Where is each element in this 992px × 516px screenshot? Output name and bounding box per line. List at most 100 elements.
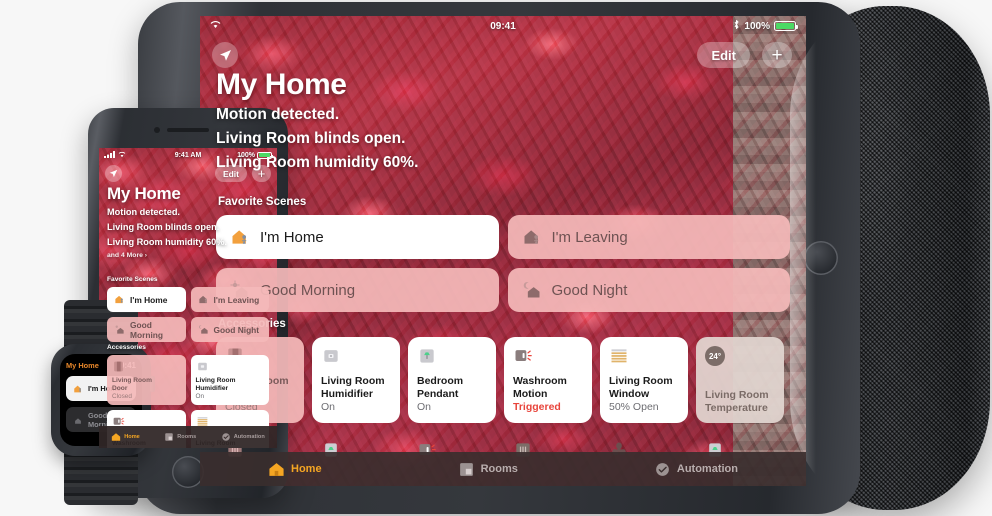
iphone-scenes-section: Favorite Scenes I'm Home I'm Leaving Goo… — [107, 276, 269, 342]
accessory-living-room-temperature[interactable]: 24° Living Room Temperature — [696, 337, 784, 423]
scene-im-leaving[interactable]: I'm Leaving — [507, 215, 790, 259]
scene-good-morning[interactable]: Good Morning — [107, 317, 186, 342]
scene-label: I'm Home — [130, 294, 168, 305]
scene-label: Good Morning — [260, 281, 356, 299]
accessory-value: Triggered — [513, 401, 561, 414]
accessory-living-room-window[interactable]: Living Room Window 50% Open — [600, 337, 688, 423]
accessory-value: 50% Open — [609, 401, 659, 414]
home-icon — [268, 461, 285, 478]
iphone-clock: 9:41 AM — [174, 151, 202, 159]
accessory-name: Washroom Motion — [513, 375, 567, 401]
iphone-screen: 9:41 AM 100% Edit + My Home Motion detec… — [99, 148, 277, 448]
page-title: My Home — [107, 184, 181, 203]
scene-label: Good Night — [551, 281, 628, 299]
accessory-name: Living Room Humidifier — [195, 376, 236, 392]
home-person-icon — [230, 227, 250, 247]
watch-title: My Home — [66, 361, 99, 370]
thermometer-icon: 24° — [705, 346, 725, 366]
tab-automation[interactable]: Automation — [654, 461, 738, 478]
tab-rooms[interactable]: Rooms — [458, 461, 518, 478]
accessory-name: Living Room Temperature — [705, 388, 769, 414]
scene-label: I'm Leaving — [213, 294, 260, 305]
scene-good-night[interactable]: Good Night — [507, 268, 790, 312]
location-arrow-icon[interactable] — [212, 42, 238, 68]
iphone-camera — [154, 127, 160, 133]
add-button[interactable]: + — [762, 42, 792, 68]
accessory-name: Living Room Door — [112, 376, 152, 392]
accessory-value: On — [321, 401, 336, 414]
scene-im-home[interactable]: I'm Home — [107, 287, 186, 312]
edit-button[interactable]: Edit — [697, 42, 750, 68]
home-icon — [111, 432, 121, 442]
accessory-living-room-humidifier[interactable]: Living Room Humidifier On — [190, 355, 269, 405]
accessory-name: Bedroom Pendant — [417, 375, 464, 401]
tab-rooms[interactable]: Rooms — [164, 432, 196, 442]
scenes-grid: I'm Home I'm Leaving Good Morning Good N… — [216, 215, 790, 312]
sun-home-icon — [114, 324, 125, 335]
accessory-value: On — [417, 401, 432, 414]
tab-home[interactable]: Home — [111, 432, 140, 442]
accessories-row-1: Living Room Door Closed Living Room Humi… — [216, 337, 806, 423]
iphone-scenes-grid: I'm Home I'm Leaving Good Morning Good N… — [107, 287, 269, 342]
favorite-scenes-label: Favorite Scenes — [107, 276, 158, 283]
tab-label: Home — [124, 434, 140, 440]
scene-good-night[interactable]: Good Night — [190, 317, 269, 342]
iphone-nav-bar: Edit + — [99, 163, 277, 185]
accessory-value — [705, 415, 775, 423]
scene-label: I'm Leaving — [551, 228, 628, 246]
accessory-name: Living Room Humidifier — [321, 375, 385, 401]
iphone-earpiece — [167, 128, 209, 132]
tab-automation[interactable]: Automation — [221, 432, 265, 442]
status-line-1: Motion detected. — [107, 207, 180, 217]
scene-label: Good Morning — [130, 319, 164, 340]
scene-im-home[interactable]: I'm Home — [216, 215, 499, 259]
status-line-3: Living Room humidity 60%. — [107, 237, 227, 248]
edit-button[interactable]: Edit — [214, 165, 247, 182]
blinds-icon — [609, 346, 629, 366]
tab-label: Automation — [233, 434, 265, 440]
accessories-label: Accessories — [107, 344, 146, 351]
ipad-nav-bar: Edit + — [200, 38, 806, 72]
home-person-icon — [73, 384, 83, 394]
tab-label: Automation — [676, 463, 738, 475]
location-arrow-icon[interactable] — [105, 165, 122, 182]
rooms-icon — [164, 432, 174, 442]
home-person-icon — [198, 294, 209, 305]
ipad-status-bar: 09:41 100% — [200, 16, 806, 36]
home-person-icon — [114, 294, 125, 305]
accessory-value: Closed — [112, 393, 132, 400]
scene-label: Good Night — [213, 324, 260, 335]
tab-label: Rooms — [177, 434, 197, 440]
sun-home-icon — [73, 415, 83, 425]
moon-home-icon — [522, 280, 542, 300]
iphone-status-bar: 9:41 AM 100% — [99, 148, 277, 162]
automation-icon — [221, 432, 231, 442]
tab-home[interactable]: Home — [268, 461, 322, 478]
rooms-icon — [458, 461, 475, 478]
accessories-label: Accessories — [218, 318, 806, 330]
accessory-bedroom-pendant[interactable]: Bedroom Pendant On — [408, 337, 496, 423]
moon-home-icon — [198, 324, 209, 335]
ipad-screen: 09:41 100% Edit + My Home Motion detecte… — [200, 16, 806, 486]
status-line-2: Living Room blinds open. — [216, 129, 406, 147]
battery-icon — [774, 21, 798, 31]
status-line-2: Living Room blinds open. — [107, 222, 220, 233]
scene-im-leaving[interactable]: I'm Leaving — [190, 287, 269, 312]
motion-sensor-icon — [513, 346, 533, 366]
battery-icon — [257, 151, 274, 159]
iphone-device: 9:41 AM 100% Edit + My Home Motion detec… — [88, 108, 288, 498]
accessory-name: Living Room Window — [609, 375, 673, 401]
iphone-tab-bar: Home Rooms Automation — [99, 426, 277, 448]
screenshot-stage: 09:41 100% Edit + My Home Motion detecte… — [0, 0, 992, 516]
accessory-living-room-door[interactable]: Living Room Door Closed — [107, 355, 186, 405]
scene-label: I'm Home — [260, 228, 324, 246]
and-more-link[interactable]: and 4 More › — [107, 252, 227, 259]
accessory-washroom-motion[interactable]: Washroom Motion Triggered — [504, 337, 592, 423]
accessory-living-room-humidifier[interactable]: Living Room Humidifier On — [312, 337, 400, 423]
iphone-home-header: My Home Motion detected. Living Room bli… — [107, 184, 227, 259]
automation-icon — [654, 461, 671, 478]
temperature-badge: 24° — [708, 351, 722, 361]
add-button[interactable]: + — [252, 165, 271, 182]
home-person-icon — [522, 227, 542, 247]
humidifier-icon — [321, 346, 341, 366]
